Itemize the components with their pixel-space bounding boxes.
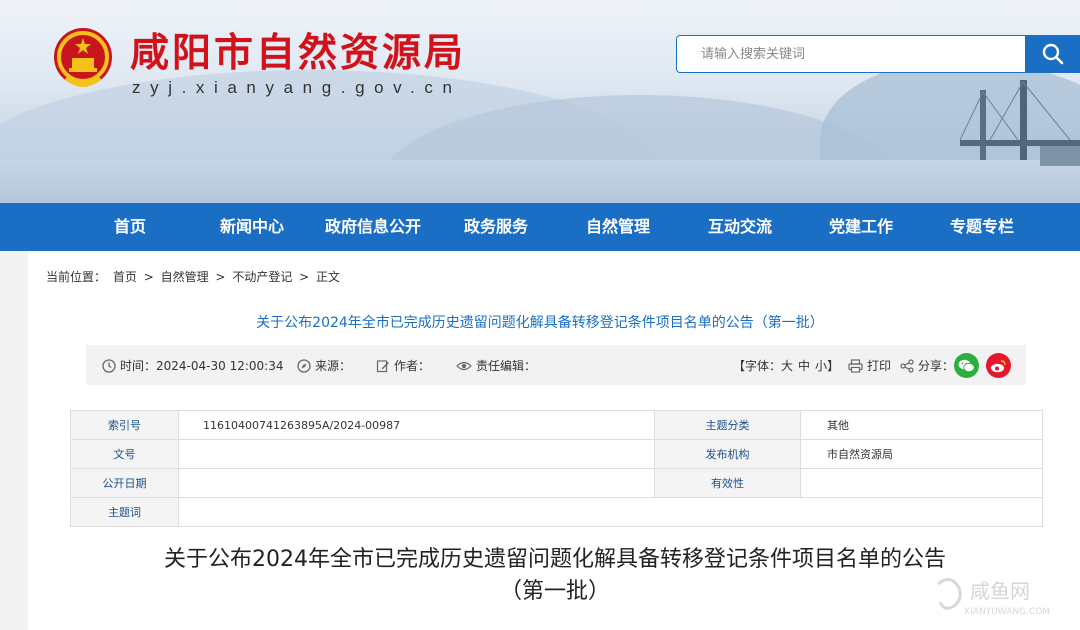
document-title: 关于公布2024年全市已完成历史遗留问题化解具备转移登记条件项目名单的公告 （第… xyxy=(0,544,1080,608)
search-icon xyxy=(1042,43,1064,65)
search-bar xyxy=(676,35,1080,73)
author-label: 作者： xyxy=(394,359,431,373)
watermark-name: 咸鱼网 xyxy=(970,579,1030,603)
clock-icon xyxy=(102,358,116,373)
table-row: 公开日期 有效性 xyxy=(70,468,1043,498)
nav-item-interaction[interactable]: 互动交流 xyxy=(702,203,778,251)
topic-value: 其他 xyxy=(800,410,1043,440)
breadcrumb-real-estate[interactable]: 不动产登记 xyxy=(232,270,292,284)
bridge-illustration xyxy=(960,80,1080,166)
document-title-line2: （第一批） xyxy=(499,579,610,604)
search-input[interactable] xyxy=(677,36,1025,72)
table-row: 主题词 xyxy=(70,497,1043,527)
source-label: 来源： xyxy=(315,359,352,373)
wechat-icon xyxy=(958,359,975,372)
meta-editor: 责任编辑： xyxy=(456,357,536,374)
font-size-large[interactable]: 大 xyxy=(781,357,793,374)
share-icon xyxy=(900,358,914,373)
search-button[interactable] xyxy=(1025,35,1080,73)
font-size-medium[interactable]: 中 xyxy=(798,357,810,374)
print-button[interactable]: 打印 xyxy=(848,357,891,374)
topic-label: 主题分类 xyxy=(654,410,801,440)
nav-item-news[interactable]: 新闻中心 xyxy=(210,203,294,251)
document-title-line1: 关于公布2024年全市已完成历史遗留问题化解具备转移登记条件项目名单的公告 xyxy=(164,547,946,572)
date-value xyxy=(178,468,655,498)
index-value: 11610400741263895A/2024-00987 xyxy=(178,410,655,440)
share-label-group: 分享： xyxy=(900,357,954,374)
share-wechat-button[interactable] xyxy=(954,353,979,378)
nav-item-nature-mgmt[interactable]: 自然管理 xyxy=(580,203,656,251)
table-row: 索引号 11610400741263895A/2024-00987 主题分类 其… xyxy=(70,410,1043,440)
editor-label: 责任编辑： xyxy=(476,359,537,373)
date-label: 公开日期 xyxy=(70,468,179,498)
publisher-label: 发布机构 xyxy=(654,439,801,469)
breadcrumb-prefix: 当前位置： xyxy=(46,270,107,284)
main-nav: 首页 新闻中心 政府信息公开 政务服务 自然管理 互动交流 党建工作 专题专栏 xyxy=(0,203,1080,251)
page-title: 关于公布2024年全市已完成历史遗留问题化解具备转移登记条件项目名单的公告（第一… xyxy=(256,315,824,331)
docno-value xyxy=(178,439,655,469)
font-size-control: 【字体： 大 中 小 】 xyxy=(733,357,839,374)
nav-item-party[interactable]: 党建工作 xyxy=(823,203,899,251)
font-size-small[interactable]: 小 xyxy=(815,357,827,374)
breadcrumb-separator: > xyxy=(299,270,310,284)
keywords-label: 主题词 xyxy=(70,497,179,527)
document-info-table: 索引号 11610400741263895A/2024-00987 主题分类 其… xyxy=(70,410,1043,527)
index-label: 索引号 xyxy=(70,410,179,440)
edit-icon xyxy=(376,359,389,372)
keywords-value xyxy=(178,497,1043,527)
breadcrumb-separator: > xyxy=(215,270,226,284)
font-size-close: 】 xyxy=(827,359,840,373)
docno-label: 文号 xyxy=(70,439,179,469)
national-emblem-icon xyxy=(54,28,112,87)
breadcrumb: 当前位置： 首页 > 自然管理 > 不动产登记 > 正文 xyxy=(46,268,343,285)
font-size-label: 【字体： xyxy=(733,359,782,373)
time-label: 时间： xyxy=(120,359,157,373)
site-title: 咸阳市自然资源局 xyxy=(130,30,467,76)
nav-item-topics[interactable]: 专题专栏 xyxy=(944,203,1020,251)
breadcrumb-separator: > xyxy=(143,270,154,284)
validity-label: 有效性 xyxy=(654,468,801,498)
weibo-icon xyxy=(991,359,1006,372)
share-label: 分享： xyxy=(918,359,955,373)
nav-item-home[interactable]: 首页 xyxy=(100,203,160,251)
meta-source: 来源： xyxy=(297,357,351,374)
compass-icon xyxy=(297,358,311,373)
site-domain: zyj.xianyang.gov.cn xyxy=(132,78,462,97)
nav-item-gov-info[interactable]: 政府信息公开 xyxy=(320,203,426,251)
breadcrumb-nature-mgmt[interactable]: 自然管理 xyxy=(161,270,209,284)
banner-water xyxy=(0,160,1080,203)
printer-icon xyxy=(848,358,863,373)
publisher-value: 市自然资源局 xyxy=(800,439,1043,469)
meta-author: 作者： xyxy=(376,357,430,374)
watermark-logo: 咸鱼网 XIANYUWANG.COM xyxy=(937,578,1050,617)
table-row: 文号 发布机构 市自然资源局 xyxy=(70,439,1043,469)
validity-value xyxy=(800,468,1043,498)
time-value: 2024-04-30 12:00:34 xyxy=(156,358,284,373)
watermark-domain: XIANYUWANG.COM xyxy=(964,607,1050,617)
nav-item-services[interactable]: 政务服务 xyxy=(458,203,534,251)
meta-time: 时间： 2024-04-30 12:00:34 xyxy=(102,357,283,374)
eye-icon xyxy=(456,361,472,370)
share-weibo-button[interactable] xyxy=(986,353,1011,378)
breadcrumb-home[interactable]: 首页 xyxy=(113,270,137,284)
print-label: 打印 xyxy=(867,359,892,373)
article-meta-bar: 时间： 2024-04-30 12:00:34 来源： 作者： 责任编辑： 【字… xyxy=(86,345,1026,385)
breadcrumb-current: 正文 xyxy=(316,270,341,284)
